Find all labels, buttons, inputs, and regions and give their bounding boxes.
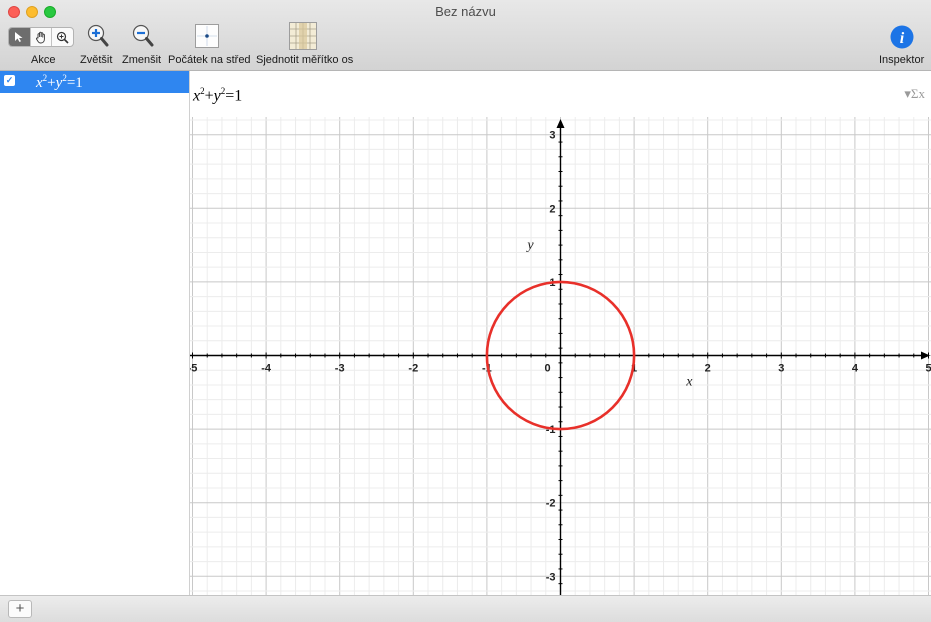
equation-label: x2+y2=1: [36, 73, 83, 92]
center-origin-button[interactable]: Počátek na střed: [168, 54, 251, 66]
tool-selector[interactable]: [8, 27, 74, 47]
x-tick-label: 4: [852, 363, 859, 375]
add-equation-button[interactable]: +: [8, 600, 32, 618]
equation-editor[interactable]: x2+y2=1 ▾Σx: [190, 71, 931, 118]
app-window: Bez názvu Akce Zvětšit Zmenšit Počátek n…: [0, 0, 931, 622]
y-axis-label: y: [525, 238, 534, 253]
eq-plus: +: [47, 75, 56, 91]
hdr-plus: +: [204, 87, 214, 105]
center-origin-icon[interactable]: [195, 24, 219, 48]
x-tick-label: -4: [261, 363, 272, 375]
equation-field[interactable]: x2+y2=1: [193, 86, 242, 105]
zoom-out-icon[interactable]: [132, 24, 154, 50]
x-tick-label: -2: [408, 363, 418, 375]
eq-x: x: [36, 75, 43, 91]
equation-checkbox[interactable]: ✓: [4, 75, 15, 86]
y-tick-label: -3: [546, 571, 556, 583]
inspector-button[interactable]: Inspektor: [879, 54, 924, 66]
sigma-menu-icon[interactable]: ▾Σx: [904, 86, 925, 102]
svg-text:i: i: [900, 30, 905, 47]
hand-tool-icon[interactable]: [31, 28, 53, 46]
hdr-y: y: [213, 87, 221, 105]
graph-canvas[interactable]: -5-4-3-2-1012345321-1-2-3xy: [190, 117, 931, 595]
x-tick-label: 5: [925, 363, 931, 375]
x-tick-label: 3: [778, 363, 784, 375]
info-icon[interactable]: i: [890, 25, 914, 49]
window-title: Bez názvu: [435, 4, 496, 19]
bottom-bar: +: [0, 595, 931, 622]
hdr-equals: =1: [225, 87, 243, 105]
x-axis-label: x: [685, 375, 693, 390]
x-tick-label: -3: [335, 363, 345, 375]
zoom-in-button[interactable]: Zvětšit: [80, 54, 112, 66]
x-tick-label: -5: [190, 363, 197, 375]
zoom-in-icon[interactable]: [87, 24, 109, 50]
magnifier-tool-icon[interactable]: [52, 28, 73, 46]
actions-label: Akce: [31, 54, 56, 66]
equation-list: ✓ x2+y2=1: [0, 71, 190, 595]
eq-equals: =1: [66, 75, 83, 91]
x-tick-label: 2: [705, 363, 711, 375]
y-tick-label: -2: [546, 498, 556, 510]
y-tick-label: 3: [549, 130, 555, 142]
list-item[interactable]: ✓ x2+y2=1: [0, 71, 189, 93]
x-tick-label: 0: [544, 363, 550, 375]
arrow-tool-icon[interactable]: [9, 28, 31, 46]
equalize-axes-icon[interactable]: [289, 22, 317, 50]
zoom-out-button[interactable]: Zmenšit: [122, 54, 161, 66]
toolbar: Bez názvu Akce Zvětšit Zmenšit Počátek n…: [0, 0, 931, 71]
equalize-axes-button[interactable]: Sjednotit měřítko os: [256, 54, 353, 66]
graph-plot[interactable]: -5-4-3-2-1012345321-1-2-3xy: [190, 117, 931, 595]
y-tick-label: 2: [549, 203, 555, 215]
